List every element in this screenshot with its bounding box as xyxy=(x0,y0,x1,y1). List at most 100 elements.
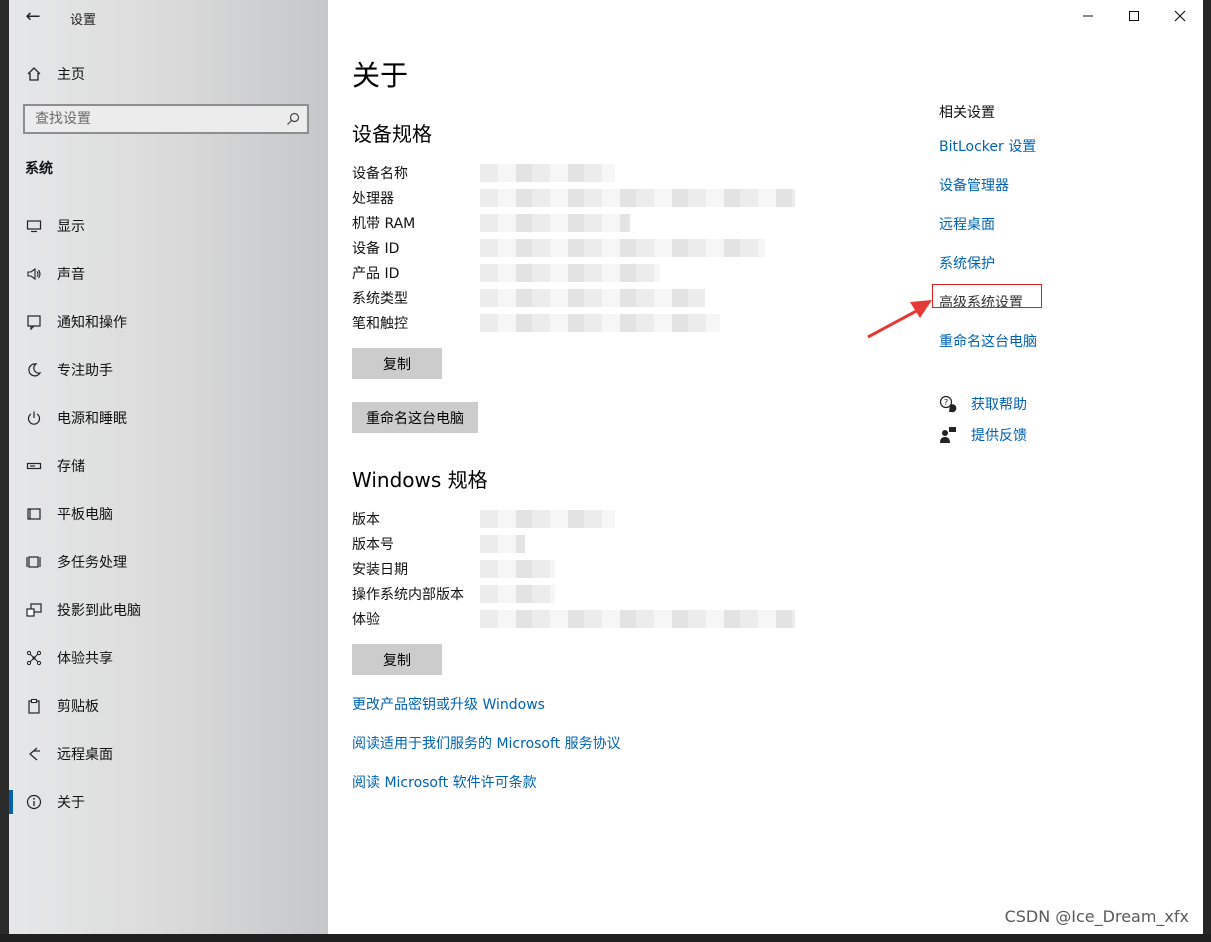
sidebar-item-label: 通知和操作 xyxy=(57,315,127,331)
sidebar-item-label: 关于 xyxy=(57,795,85,811)
watermark: CSDN @Ice_Dream_xfx xyxy=(1004,907,1189,926)
spec-label: 版本 xyxy=(352,511,380,528)
sidebar-item-display[interactable]: 显示 xyxy=(9,202,328,250)
close-icon[interactable] xyxy=(1157,0,1203,32)
spec-label: 体验 xyxy=(352,611,380,628)
project-icon xyxy=(25,601,43,619)
license-terms-link[interactable]: 阅读 Microsoft 软件许可条款 xyxy=(352,772,537,792)
feedback-icon xyxy=(939,426,957,444)
give-feedback-label: 提供反馈 xyxy=(971,427,1027,444)
spec-value-redacted xyxy=(480,559,555,578)
window-controls xyxy=(1065,0,1203,32)
spec-value-redacted xyxy=(480,313,720,332)
home-nav[interactable]: 主页 xyxy=(25,62,85,86)
notification-icon xyxy=(25,313,43,331)
spec-label: 操作系统内部版本 xyxy=(352,586,464,603)
sidebar-item-power[interactable]: 电源和睡眠 xyxy=(9,394,328,442)
sidebar-item-clipboard[interactable]: 剪贴板 xyxy=(9,682,328,730)
spec-value-redacted xyxy=(480,584,555,603)
home-label: 主页 xyxy=(57,67,85,83)
sidebar-item-storage[interactable]: 存储 xyxy=(9,442,328,490)
bitlocker-settings-link[interactable]: BitLocker 设置 xyxy=(939,126,1179,165)
spec-row: 机带 RAM xyxy=(352,210,795,235)
window-title: 设置 xyxy=(70,13,97,28)
sidebar-item-label: 显示 xyxy=(57,219,85,235)
spec-value-redacted xyxy=(480,188,795,207)
sidebar-item-label: 体验共享 xyxy=(57,651,113,667)
info-icon xyxy=(25,793,43,811)
windows-spec-heading: Windows 规格 xyxy=(352,468,488,492)
device-manager-link[interactable]: 设备管理器 xyxy=(939,165,1179,204)
spec-row: 产品 ID xyxy=(352,260,795,285)
related-settings: 相关设置 BitLocker 设置 设备管理器 远程桌面 系统保护 高级系统设置… xyxy=(939,102,1179,360)
remote-desktop-link[interactable]: 远程桌面 xyxy=(939,204,1179,243)
sidebar-item-label: 平板电脑 xyxy=(57,507,113,523)
sidebar-item-notifications[interactable]: 通知和操作 xyxy=(9,298,328,346)
copy-device-spec-button[interactable]: 复制 xyxy=(352,348,442,379)
sidebar-item-remote-desktop[interactable]: 远程桌面 xyxy=(9,730,328,778)
minimize-icon[interactable] xyxy=(1065,0,1111,32)
power-icon xyxy=(25,409,43,427)
spec-label: 版本号 xyxy=(352,536,394,553)
spec-label: 处理器 xyxy=(352,190,394,207)
sidebar: ← 设置 主页 系统 显示 声音 通 xyxy=(9,0,328,934)
sidebar-item-tablet[interactable]: 平板电脑 xyxy=(9,490,328,538)
get-help-link[interactable]: ? 获取帮助 xyxy=(939,388,1027,419)
spec-row: 笔和触控 xyxy=(352,310,795,335)
sidebar-item-label: 剪贴板 xyxy=(57,699,99,715)
sidebar-item-focus-assist[interactable]: 专注助手 xyxy=(9,346,328,394)
sidebar-item-label: 电源和睡眠 xyxy=(57,411,127,427)
taskbar-strip xyxy=(0,934,1211,942)
sidebar-item-label: 存储 xyxy=(57,459,85,475)
windows-spec-table: 版本 版本号 安装日期 操作系统内部版本 体验 xyxy=(352,506,795,631)
settings-window: ← 设置 主页 系统 显示 声音 通 xyxy=(9,0,1203,934)
related-settings-title: 相关设置 xyxy=(939,105,995,121)
search-icon[interactable] xyxy=(285,111,301,127)
remote-icon xyxy=(25,745,43,763)
share-icon xyxy=(25,649,43,667)
back-arrow-icon[interactable]: ← xyxy=(21,5,45,29)
spec-row: 体验 xyxy=(352,606,795,631)
rename-pc-link[interactable]: 重命名这台电脑 xyxy=(939,321,1179,360)
sidebar-item-project[interactable]: 投影到此电脑 xyxy=(9,586,328,634)
home-icon xyxy=(25,65,43,83)
system-protection-link[interactable]: 系统保护 xyxy=(939,243,1179,282)
spec-value-redacted xyxy=(480,288,705,307)
spec-row: 版本 xyxy=(352,506,795,531)
sidebar-item-shared-experiences[interactable]: 体验共享 xyxy=(9,634,328,682)
spec-row: 设备 ID xyxy=(352,235,795,260)
sidebar-item-multitasking[interactable]: 多任务处理 xyxy=(9,538,328,586)
spec-label: 设备名称 xyxy=(352,165,408,182)
maximize-icon[interactable] xyxy=(1111,0,1157,32)
change-product-key-link[interactable]: 更改产品密钥或升级 Windows xyxy=(352,694,545,714)
sidebar-item-label: 专注助手 xyxy=(57,363,113,379)
copy-windows-spec-button[interactable]: 复制 xyxy=(352,644,442,675)
spec-row: 安装日期 xyxy=(352,556,795,581)
help-chat-icon: ? xyxy=(939,395,957,413)
sidebar-item-label: 投影到此电脑 xyxy=(57,603,141,619)
page-title: 关于 xyxy=(352,59,409,92)
spec-value-redacted xyxy=(480,238,765,257)
give-feedback-link[interactable]: 提供反馈 xyxy=(939,419,1027,450)
sidebar-item-sound[interactable]: 声音 xyxy=(9,250,328,298)
device-spec-heading: 设备规格 xyxy=(352,122,432,146)
service-agreement-link[interactable]: 阅读适用于我们服务的 Microsoft 服务协议 xyxy=(352,733,621,753)
spec-row: 设备名称 xyxy=(352,160,795,185)
spec-value-redacted xyxy=(480,609,795,628)
spec-row: 处理器 xyxy=(352,185,795,210)
sidebar-item-about[interactable]: 关于 xyxy=(9,778,328,826)
spec-value-redacted xyxy=(480,509,615,528)
search-box xyxy=(23,104,309,134)
search-input[interactable] xyxy=(25,106,275,132)
main-content: 关于 设备规格 设备名称 处理器 机带 RAM 设备 ID 产品 ID 系统类型… xyxy=(328,0,1203,934)
sidebar-nav: 显示 声音 通知和操作 专注助手 电源和睡眠 存储 平板电脑 多任务处理 投影到… xyxy=(9,202,328,826)
help-section: ? 获取帮助 提供反馈 xyxy=(939,388,1027,450)
device-spec-table: 设备名称 处理器 机带 RAM 设备 ID 产品 ID 系统类型 笔和触控 xyxy=(352,160,795,335)
sidebar-item-label: 多任务处理 xyxy=(57,555,127,571)
monitor-icon xyxy=(25,217,43,235)
spec-value-redacted xyxy=(480,213,630,232)
rename-pc-button[interactable]: 重命名这台电脑 xyxy=(352,402,478,433)
spec-row: 系统类型 xyxy=(352,285,795,310)
speaker-icon xyxy=(25,265,43,283)
desktop-background-left xyxy=(0,0,9,942)
